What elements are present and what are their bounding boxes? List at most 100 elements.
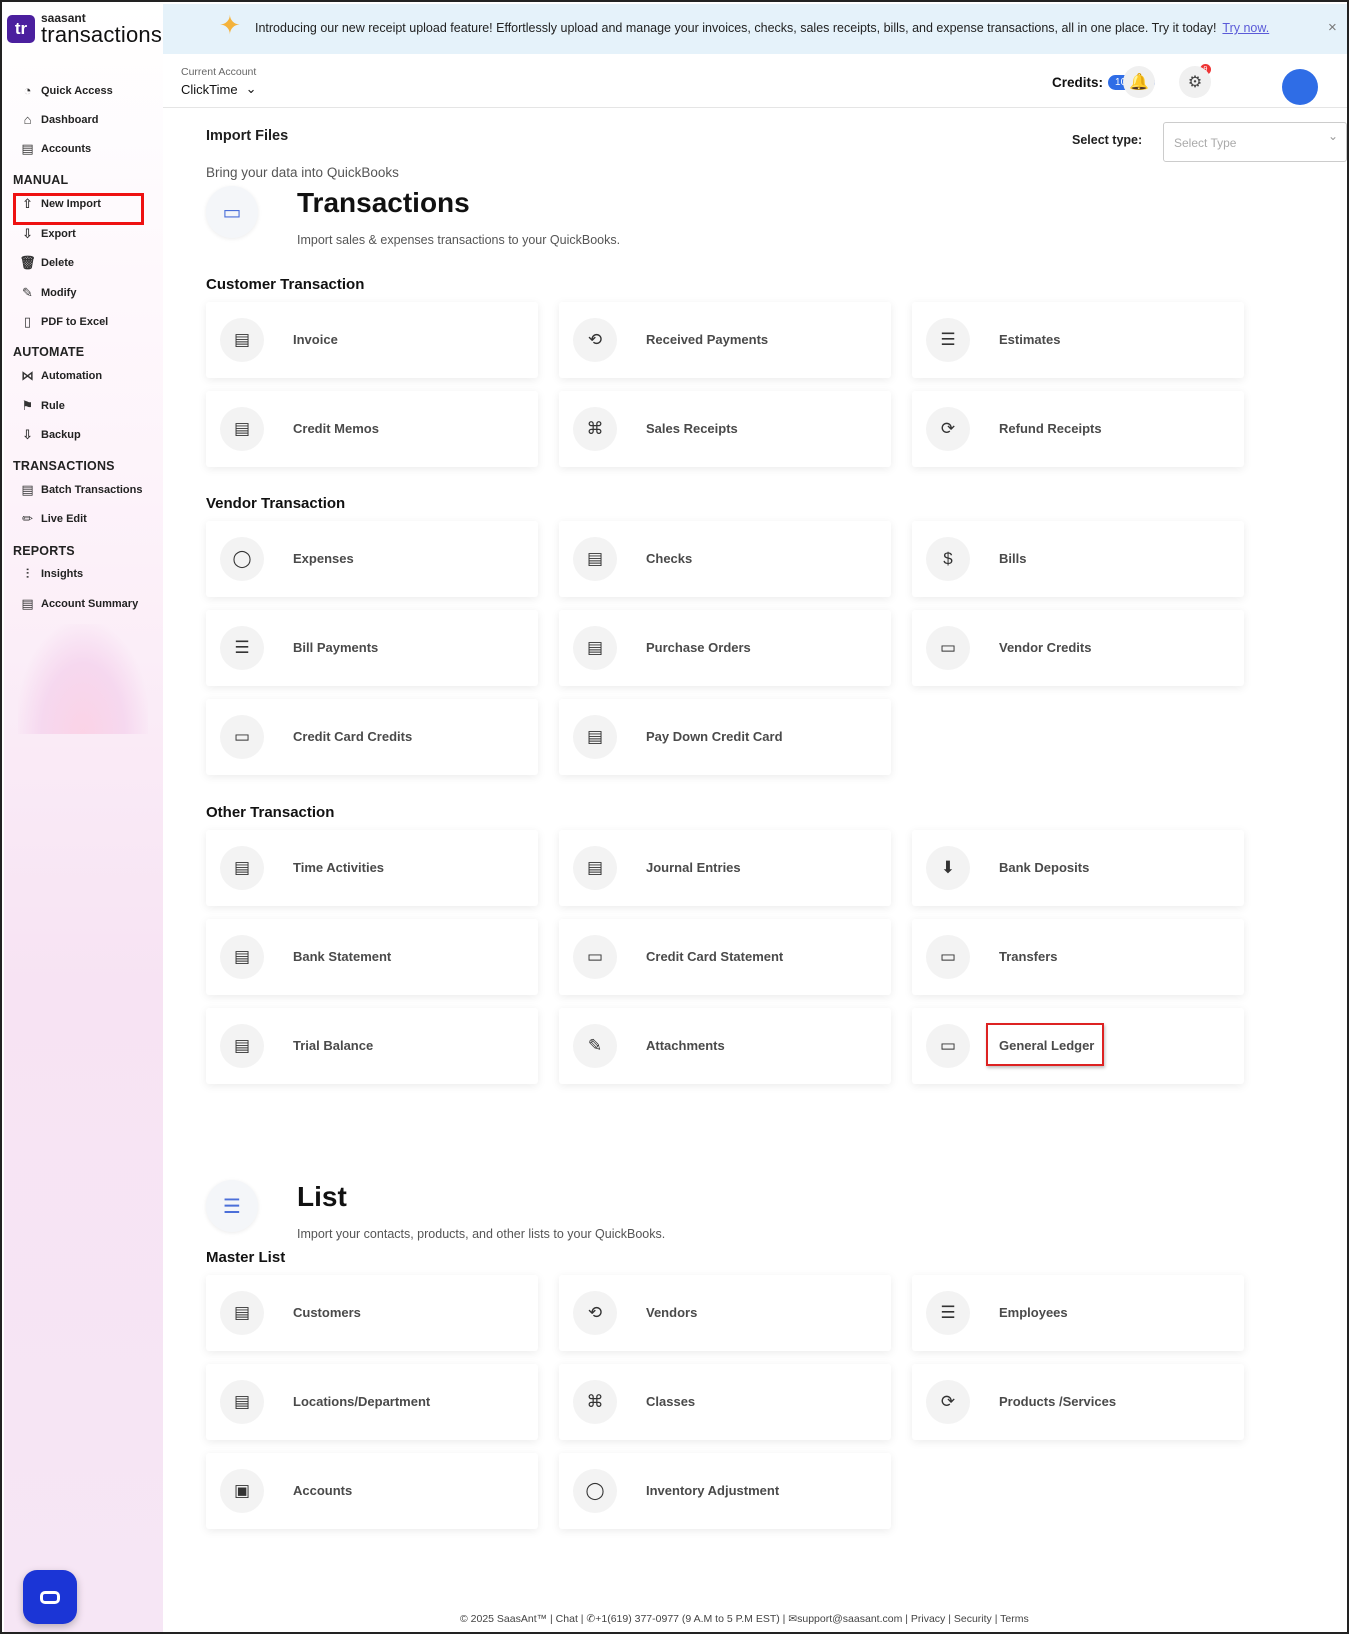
card-label: Journal Entries (646, 860, 741, 875)
pdf-icon: ▯ (23, 313, 32, 329)
bills-icon: $ (926, 537, 970, 581)
card-received-payments[interactable]: ⟲ Received Payments (559, 302, 891, 378)
card-vendor-credits[interactable]: ▭ Vendor Credits (912, 610, 1244, 686)
card-transfers[interactable]: ▭ Transfers (912, 919, 1244, 995)
sidebar-item-backup[interactable]: ⇩ Backup (20, 427, 81, 442)
group-title-master-list: Master List (206, 1249, 286, 1266)
sidebar-item-modify[interactable]: ✎ Modify (20, 285, 76, 300)
vendor-credits-icon: ▭ (926, 626, 970, 670)
card-label: Pay Down Credit Card (646, 729, 783, 744)
bank-deposits-icon: ⬇ (926, 846, 970, 890)
sales-receipts-icon: ⌘ (573, 407, 617, 451)
sidebar-group-manual: MANUAL (13, 173, 69, 187)
card-time-activities[interactable]: ▤ Time Activities (206, 830, 538, 906)
banner-try-now-link[interactable]: Try now. (1222, 21, 1269, 35)
card-trial-balance[interactable]: ▤ Trial Balance (206, 1008, 538, 1084)
list-icon: ☰ (206, 1180, 258, 1232)
chevron-down-icon: ⌄ (245, 81, 257, 96)
select-type-dropdown[interactable]: Select Type ⌄ (1163, 122, 1347, 162)
sidebar-item-delete[interactable]: 🗑 Delete (19, 255, 74, 270)
card-invoice[interactable]: ▤ Invoice (206, 302, 538, 378)
home-icon: ⌂ (23, 112, 32, 127)
highlight-new-import (13, 193, 144, 225)
journal-entries-icon: ▤ (573, 846, 617, 890)
card-inventory-adjustment[interactable]: ◯ Inventory Adjustment (559, 1453, 891, 1529)
notification-button[interactable]: 🔔 (1123, 66, 1155, 98)
card-label: Time Activities (293, 860, 385, 875)
sidebar-group-transactions: TRANSACTIONS (13, 459, 115, 473)
avatar[interactable] (1282, 69, 1318, 105)
sidebar-item-pdf-to-excel[interactable]: ▯ PDF to Excel (20, 314, 108, 329)
attachments-icon: ✎ (573, 1024, 617, 1068)
group-title-customer-transaction: Customer Transaction (206, 276, 365, 293)
card-general-ledger[interactable]: ▭ General Ledger (912, 1008, 1244, 1084)
card-refund-receipts[interactable]: ⟳ Refund Receipts (912, 391, 1244, 467)
sidebar-item-account-summary[interactable]: ▤ Account Summary (20, 596, 138, 611)
sidebar-item-live-edit[interactable]: ✏ Live Edit (20, 511, 87, 526)
footer: © 2025 SaasAnt™ | Chat | ✆+1(619) 377-09… (460, 1613, 1029, 1625)
sidebar-item-export[interactable]: ⇩ Export (20, 226, 76, 241)
card-products-services[interactable]: ⟳ Products /Services (912, 1364, 1244, 1440)
general-ledger-icon: ▭ (926, 1024, 970, 1068)
card-credit-card-statement[interactable]: ▭ Credit Card Statement (559, 919, 891, 995)
sidebar-item-batch-transactions[interactable]: ▤ Batch Transactions (20, 482, 142, 497)
sidebar-group-reports: REPORTS (13, 544, 75, 558)
credit-card-statement-icon: ▭ (573, 935, 617, 979)
sidebar-item-automation[interactable]: ⋈ Automation (20, 368, 102, 383)
top-header: Current Account ClickTime⌄ Credits:10077… (163, 54, 1347, 108)
card-classes[interactable]: ⌘ Classes (559, 1364, 891, 1440)
card-label: Purchase Orders (646, 640, 751, 655)
speedometer-icon: ◔ (23, 83, 32, 98)
transactions-icon: ▭ (206, 186, 258, 238)
card-label: Expenses (293, 551, 354, 566)
transfers-icon: ▭ (926, 935, 970, 979)
card-vendors[interactable]: ⟲ Vendors (559, 1275, 891, 1351)
card-bill-payments[interactable]: ☰ Bill Payments (206, 610, 538, 686)
card-label: Bill Payments (293, 640, 379, 655)
transactions-title: Transactions (297, 187, 470, 218)
card-label: Transfers (999, 949, 1058, 964)
card-label: Estimates (999, 332, 1061, 347)
clipboard-icon: ▤ (21, 595, 34, 611)
sidebar-item-rule[interactable]: ⚑ Rule (20, 398, 65, 413)
card-label: Vendor Credits (999, 640, 1092, 655)
sidebar-item-accounts[interactable]: ▤ Accounts (20, 141, 91, 156)
card-sales-receipts[interactable]: ⌘ Sales Receipts (559, 391, 891, 467)
app-logo[interactable]: tr saasant transactions (7, 12, 162, 46)
close-icon[interactable]: × (1328, 19, 1337, 36)
card-bills[interactable]: $ Bills (912, 521, 1244, 597)
gear-icon: ⚙ (1187, 74, 1203, 91)
card-attachments[interactable]: ✎ Attachments (559, 1008, 891, 1084)
card-label: Attachments (646, 1038, 725, 1053)
vendors-icon: ⟲ (573, 1291, 617, 1335)
card-journal-entries[interactable]: ▤ Journal Entries (559, 830, 891, 906)
sidebar-item-insights[interactable]: ⫶ Insights (20, 566, 83, 581)
logo-main: transactions (41, 22, 163, 47)
account-selector[interactable]: ClickTime ⌄ (181, 81, 256, 97)
chat-button[interactable] (23, 1570, 77, 1624)
banner-text: Introducing our new receipt upload featu… (255, 21, 1217, 35)
logo-mark: tr (7, 15, 35, 43)
card-credit-memos[interactable]: ▤ Credit Memos (206, 391, 538, 467)
pencil-icon: ✏ (22, 510, 33, 526)
card-locations-department[interactable]: ▤ Locations/Department (206, 1364, 538, 1440)
sidebar-item-dashboard[interactable]: ⌂ Dashboard (20, 112, 99, 127)
card-customers[interactable]: ▤ Customers (206, 1275, 538, 1351)
card-bank-deposits[interactable]: ⬇ Bank Deposits (912, 830, 1244, 906)
card-bank-statement[interactable]: ▤ Bank Statement (206, 919, 538, 995)
card-pay-down-credit-card[interactable]: ▤ Pay Down Credit Card (559, 699, 891, 775)
card-employees[interactable]: ☰ Employees (912, 1275, 1244, 1351)
card-label: Customers (293, 1305, 361, 1320)
bill-payments-icon: ☰ (220, 626, 264, 670)
card-accounts[interactable]: ▣ Accounts (206, 1453, 538, 1529)
card-label: Checks (646, 551, 693, 566)
card-estimates[interactable]: ☰ Estimates (912, 302, 1244, 378)
card-purchase-orders[interactable]: ▤ Purchase Orders (559, 610, 891, 686)
card-label: Bills (999, 551, 1027, 566)
customers-icon: ▤ (220, 1291, 264, 1335)
sidebar-item-quick-access[interactable]: ◔ Quick Access (20, 83, 113, 98)
card-expenses[interactable]: ◯ Expenses (206, 521, 538, 597)
card-checks[interactable]: ▤ Checks (559, 521, 891, 597)
settings-button[interactable]: ⚙ (1179, 66, 1211, 98)
card-credit-card-credits[interactable]: ▭ Credit Card Credits (206, 699, 538, 775)
